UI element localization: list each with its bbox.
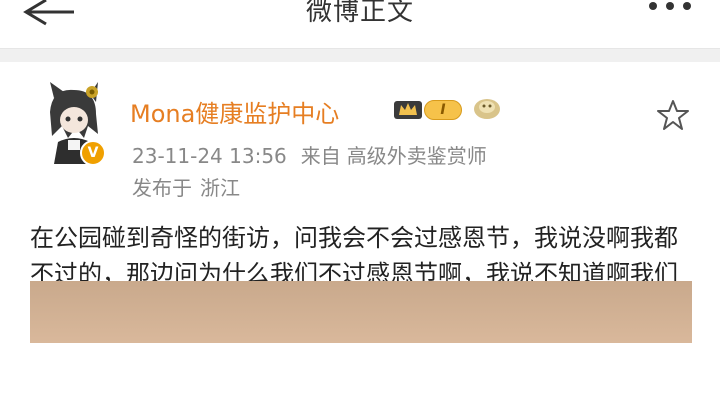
section-divider <box>0 48 720 63</box>
page-title: 微博正文 <box>305 0 414 27</box>
top-bar: 微博正文 <box>0 0 720 48</box>
star-icon[interactable] <box>656 98 690 132</box>
post-timestamp: 23-11-24 13:56 <box>132 144 287 168</box>
more-dots-icon[interactable] <box>645 2 695 16</box>
location-value: 浙江 <box>200 176 240 200</box>
author-name[interactable]: Mona健康监护中心 <box>130 94 339 129</box>
fan-badge-icon[interactable] <box>472 96 502 120</box>
source-label: 来自 <box>300 144 341 168</box>
post-location: 发布于 浙江 <box>132 172 240 201</box>
verified-badge: V <box>80 140 106 166</box>
source-value[interactable]: 高级外卖鉴赏师 <box>347 144 487 168</box>
location-label: 发布于 <box>132 176 192 200</box>
level-badge[interactable]: I <box>424 100 462 120</box>
post-meta: 23-11-24 13:56 来自 高级外卖鉴赏师 <box>132 140 487 169</box>
crown-icon[interactable] <box>393 97 423 121</box>
weibo-post: V Mona健康监护中心 I 23-11-24 13:56 来自 高级外卖鉴赏师 发… <box>0 62 720 405</box>
post-image[interactable] <box>30 281 692 343</box>
